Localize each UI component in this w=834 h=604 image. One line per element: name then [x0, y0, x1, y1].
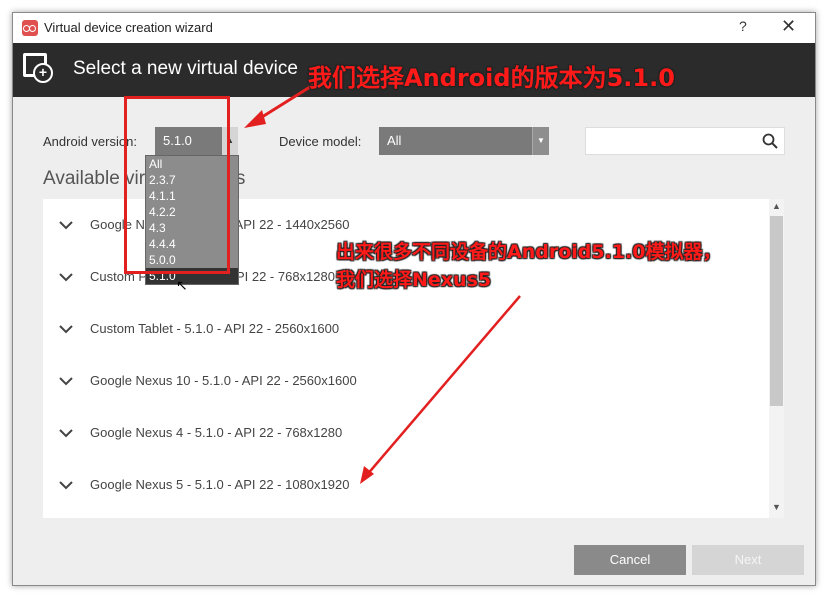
annotation-top: 我们选择Android的版本为5.1.0 — [308, 64, 675, 92]
annotation-arrowhead-top — [244, 110, 266, 128]
annotation-arrow-bottom — [365, 295, 521, 477]
annotation-bottom-line2: 我们选择Nexus5 — [336, 269, 492, 291]
annotation-bottom: 出来很多不同设备的Android5.1.0模拟器， 我们选择Nexus5 — [336, 238, 721, 294]
annotation-bottom-line1: 出来很多不同设备的Android5.1.0模拟器， — [336, 241, 722, 263]
